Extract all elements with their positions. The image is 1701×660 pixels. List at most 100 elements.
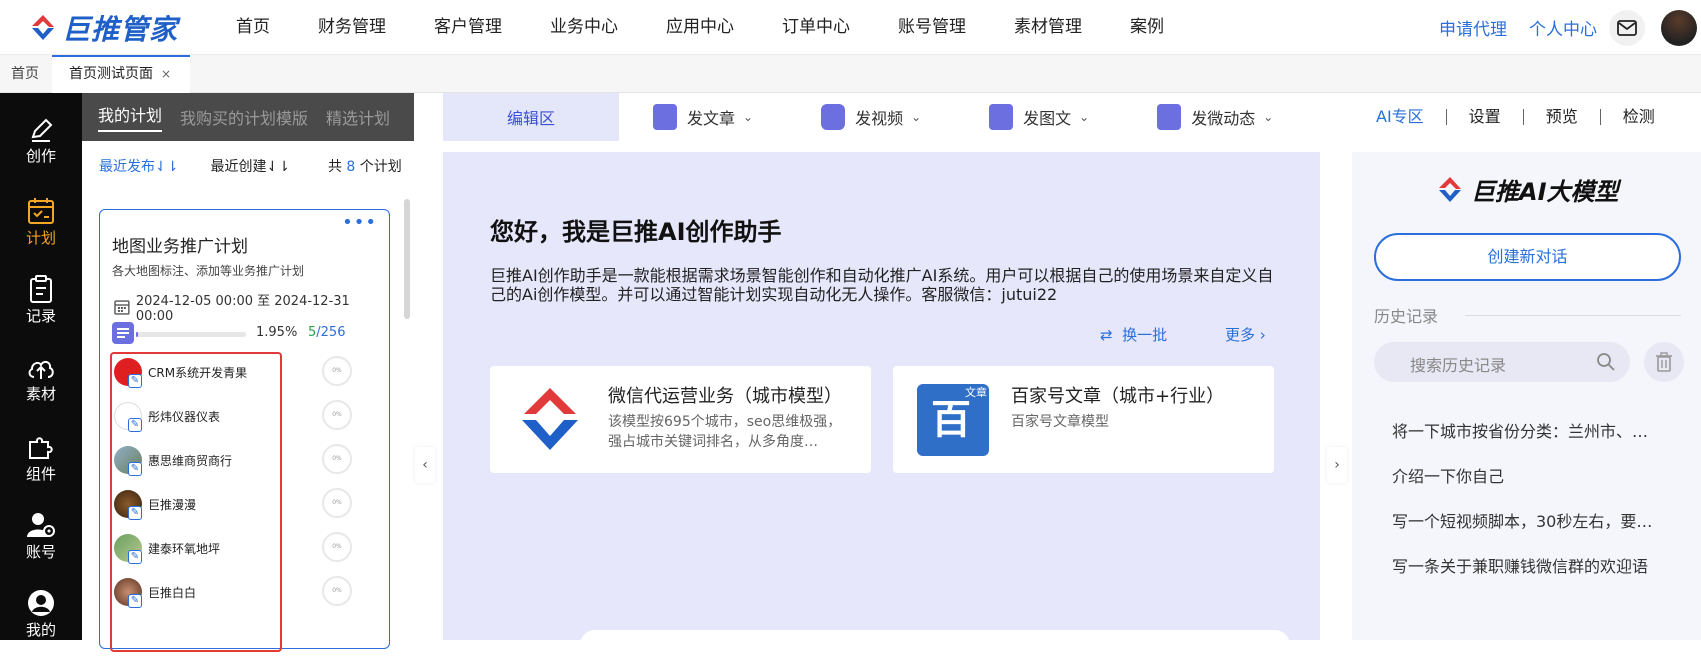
brand-logo-icon [1439,176,1461,202]
refresh-button[interactable]: ⇄ 换一批 [1100,324,1167,345]
plan-date-range: 2024-12-05 00:00 至 2024-12-31 00:00 [135,294,350,324]
rail-label: 我的 [25,621,56,639]
tab-purchased-templates[interactable]: 我购买的计划模版 [180,105,308,129]
tab-post-micro[interactable]: 发微动态 ⌄ [1157,93,1273,141]
tab-post-article[interactable]: 发文章 ⌄ [653,93,753,141]
swap-icon: ⇄ [1100,326,1113,344]
rail-item-mine[interactable]: 我的 [0,589,82,659]
personal-center-link[interactable]: 个人中心 [1529,15,1597,40]
account-name: 惠思维商贸商行 [148,454,233,468]
puzzle-icon [29,437,53,459]
progress-ring: 0% [322,576,352,606]
nav-finance[interactable]: 财务管理 [318,0,386,55]
rail-item-plan[interactable]: 计划 [0,197,82,267]
tab-settings[interactable]: 设置 [1447,109,1524,125]
model-card-wechat[interactable]: 微信代运营业务（城市模型） 该模型按695个城市，seo思维极强，强占城市关键词… [490,366,871,473]
search-placeholder: 搜索历史记录 [1410,356,1507,375]
tab-home[interactable]: 首页 [11,55,39,93]
tab-featured-plans[interactable]: 精选计划 [326,105,390,129]
model-card-baijiahao[interactable]: 文章 百 百家号文章（城市+行业） 百家号文章模型 [893,366,1274,473]
progress-fill [136,332,139,337]
brand-logo[interactable]: 巨推管家 [28,10,178,46]
edit-badge-icon: ✎ [128,506,142,520]
pen-icon [31,118,53,142]
user-circle-icon [28,590,54,616]
chat-input[interactable] [580,630,1290,660]
history-item[interactable]: 介绍一下你自己 [1392,463,1662,487]
new-chat-button[interactable]: 创建新对话 [1374,233,1681,281]
nav-customers[interactable]: 客户管理 [434,0,502,55]
left-rail: 创作 计划 记录 素材 组件 账号 我的 [0,93,82,640]
top-right: 申请代理 个人中心 [1439,0,1701,55]
plan-panel: 我的计划 我购买的计划模版 精选计划 最近发布⇃⇂ 最近创建⇃⇂ 共 8 个计划… [82,93,414,652]
tab-edit-area[interactable]: 编辑区 [443,93,619,141]
nav-cases[interactable]: 案例 [1130,0,1164,55]
plan-card[interactable]: ••• 地图业务推广计划 各大地图标注、添加等业务推广计划 2024-12-05… [99,209,390,652]
sort-recent-publish[interactable]: 最近发布⇃⇂ [99,156,178,176]
tab-label: 发视频 [855,109,904,128]
brand-logo-icon [32,15,54,40]
rail-item-accounts[interactable]: 账号 [0,511,82,581]
nav-accounts[interactable]: 账号管理 [898,0,966,55]
list-item[interactable]: ✎ 巨推白白 0% [112,574,362,620]
clear-history-button[interactable] [1644,342,1684,382]
list-item[interactable]: ✎ 彤炜仪器仪表 0% [112,398,362,444]
rail-label: 账号 [25,543,56,561]
divider [1465,315,1681,316]
plan-tabs: 我的计划 我购买的计划模版 精选计划 [82,93,414,141]
rail-item-records[interactable]: 记录 [0,275,82,345]
editor-tabs: 编辑区 发文章 ⌄ 发视频 ⌄ 发图文 ⌄ 发微动态 ⌄ [443,93,1320,141]
tab-my-plans[interactable]: 我的计划 [98,102,163,132]
model-desc: 百家号文章模型 [1011,414,1109,430]
tab-close-icon[interactable]: × [161,67,171,81]
history-item[interactable]: 写一条关于兼职赚钱微信群的欢迎语 [1392,553,1662,577]
more-icon[interactable]: ••• [342,212,377,233]
ai-model-logo: 巨推AI大模型 [1435,172,1619,207]
plan-progress: 1.95% 5/256 [112,322,382,344]
cloud-upload-icon [28,360,54,379]
history-search-input[interactable]: 搜索历史记录 [1374,342,1630,382]
tab-detect[interactable]: 检测 [1601,109,1677,125]
plan-scrollbar[interactable] [404,199,410,319]
rail-item-create[interactable]: 创作 [0,117,82,187]
list-item[interactable]: ✎ 建泰环氧地坪 0% [112,530,362,576]
list-item[interactable]: ✎ CRM系统开发青果 0% [112,354,362,400]
main-nav: 首页 财务管理 客户管理 业务中心 应用中心 订单中心 账号管理 素材管理 案例 [236,0,1212,55]
plan-count: 共 8 个计划 [327,159,402,175]
rail-label: 计划 [25,229,56,247]
account-name: 彤炜仪器仪表 [148,410,221,424]
progress-percent: 1.95% [256,325,298,340]
nav-apps[interactable]: 应用中心 [666,0,734,55]
nav-business[interactable]: 业务中心 [550,0,618,55]
rail-item-components[interactable]: 组件 [0,433,82,503]
model-logo-icon [522,388,578,450]
list-item[interactable]: ✎ 惠思维商贸商行 0% [112,442,362,488]
collapse-right-button[interactable]: › [1327,447,1347,483]
apply-agent-link[interactable]: 申请代理 [1439,15,1507,40]
collapse-left-button[interactable]: ‹ [415,447,435,483]
tab-label: 发图文 [1023,109,1072,128]
history-item[interactable]: 写一个短视频脚本，30秒左右，要… [1392,508,1662,532]
history-item[interactable]: 将一下城市按省份分类：兰州市、… [1392,418,1662,442]
tab-preview[interactable]: 预览 [1524,109,1601,125]
progress-ring: 0% [322,532,352,562]
mail-button[interactable] [1609,9,1645,46]
user-avatar[interactable] [1661,9,1697,46]
tab-post-image-text[interactable]: 发图文 ⌄ [989,93,1089,141]
chevron-down-icon: ⌄ [1079,110,1090,124]
tab-home-test[interactable]: 首页测试页面 × [52,55,190,93]
progress-count: 5/256 [308,325,346,340]
sort-recent-create[interactable]: 最近创建⇃⇂ [210,156,289,176]
list-item[interactable]: ✎ 巨推漫漫 0% [112,486,362,532]
nav-orders[interactable]: 订单中心 [782,0,850,55]
nav-home[interactable]: 首页 [236,0,270,55]
more-models-link[interactable]: 更多 › [1225,324,1266,345]
edit-badge-icon: ✎ [128,374,142,388]
account-name: CRM系统开发青果 [148,366,248,380]
rail-item-materials[interactable]: 素材 [0,355,82,425]
tab-ai-zone[interactable]: AI专区 [1352,109,1447,125]
tab-post-video[interactable]: 发视频 ⌄ [821,93,921,141]
tab-label: 发文章 [687,109,736,128]
model-title: 微信代运营业务（城市模型） [608,386,842,407]
nav-materials[interactable]: 素材管理 [1014,0,1082,55]
